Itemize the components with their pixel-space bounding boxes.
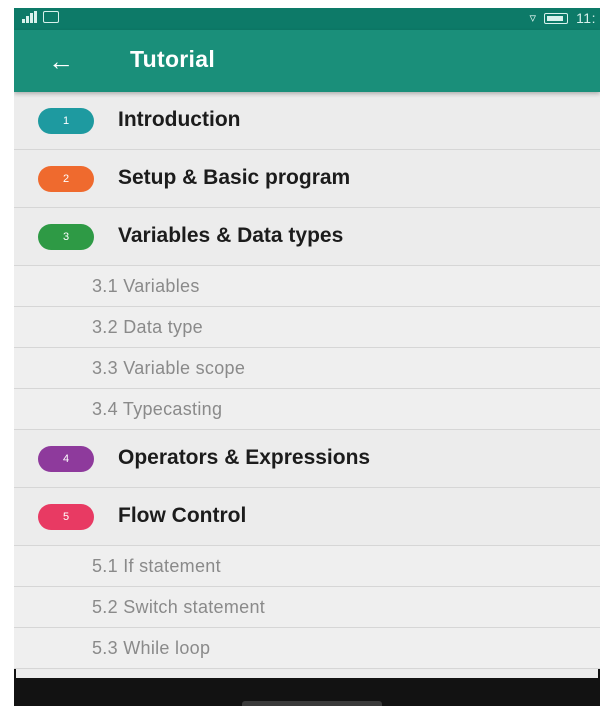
chapter-item[interactable]: 3 Variables & Data types — [14, 208, 600, 266]
chapter-title: Introduction — [118, 108, 241, 131]
section-item[interactable]: 3.3 Variable scope — [14, 348, 600, 389]
chapter-number-badge: 1 — [38, 108, 94, 134]
status-right: ▿ 11: — [530, 10, 596, 26]
section-title: 3.2 Data type — [92, 317, 203, 337]
phone-screen: ▿ 11: ← Tutorial 1 Introduction 2 Setup & B… — [14, 8, 600, 706]
signal-icon — [22, 11, 37, 23]
section-title: 3.3 Variable scope — [92, 358, 246, 378]
device-frame: ▿ 11: ← Tutorial 1 Introduction 2 Setup & B… — [0, 0, 611, 710]
chapter-number-badge: 2 — [38, 166, 94, 192]
tutorial-list: 1 Introduction 2 Setup & Basic program 3 Vari… — [14, 92, 600, 669]
section-item[interactable]: 5.2 Switch statement — [14, 587, 600, 628]
chapter-title: Variables & Data types — [118, 224, 344, 247]
status-bar: ▿ 11: — [14, 8, 600, 30]
section-item[interactable]: 5.3 While loop — [14, 628, 600, 669]
navigation-bar — [14, 678, 600, 706]
section-item[interactable]: 3.4 Typecasting — [14, 389, 600, 430]
chapter-number-badge: 5 — [38, 504, 94, 530]
notification-icon — [43, 11, 59, 23]
chapter-title: Setup & Basic program — [118, 166, 351, 189]
wifi-icon: ▿ — [529, 10, 537, 25]
page-title: Tutorial — [130, 46, 216, 72]
chapter-item[interactable]: 4 Operators & Expressions — [14, 430, 600, 488]
app-toolbar: ← Tutorial — [14, 30, 600, 92]
chapter-title: Operators & Expressions — [118, 446, 371, 469]
status-left — [22, 11, 59, 23]
section-item[interactable]: 3.1 Variables — [14, 266, 600, 307]
chapter-number-badge: 4 — [38, 446, 94, 472]
chapter-item[interactable]: 1 Introduction — [14, 92, 600, 150]
section-title: 3.1 Variables — [92, 276, 200, 296]
back-arrow-icon[interactable]: ← — [48, 44, 84, 78]
battery-icon — [544, 12, 569, 24]
chapter-item[interactable]: 2 Setup & Basic program — [14, 150, 600, 208]
section-title: 5.2 Switch statement — [92, 597, 266, 617]
home-indicator[interactable] — [242, 701, 382, 706]
section-title: 5.1 If statement — [92, 556, 221, 576]
section-title: 5.3 While loop — [92, 638, 211, 658]
chapter-number-badge: 3 — [38, 224, 94, 250]
section-item[interactable]: 5.1 If statement — [14, 546, 600, 587]
chapter-item[interactable]: 5 Flow Control — [14, 488, 600, 546]
section-item[interactable]: 3.2 Data type — [14, 307, 600, 348]
section-title: 3.4 Typecasting — [92, 399, 223, 419]
status-time: 11: — [576, 10, 596, 26]
chapter-title: Flow Control — [118, 504, 247, 527]
